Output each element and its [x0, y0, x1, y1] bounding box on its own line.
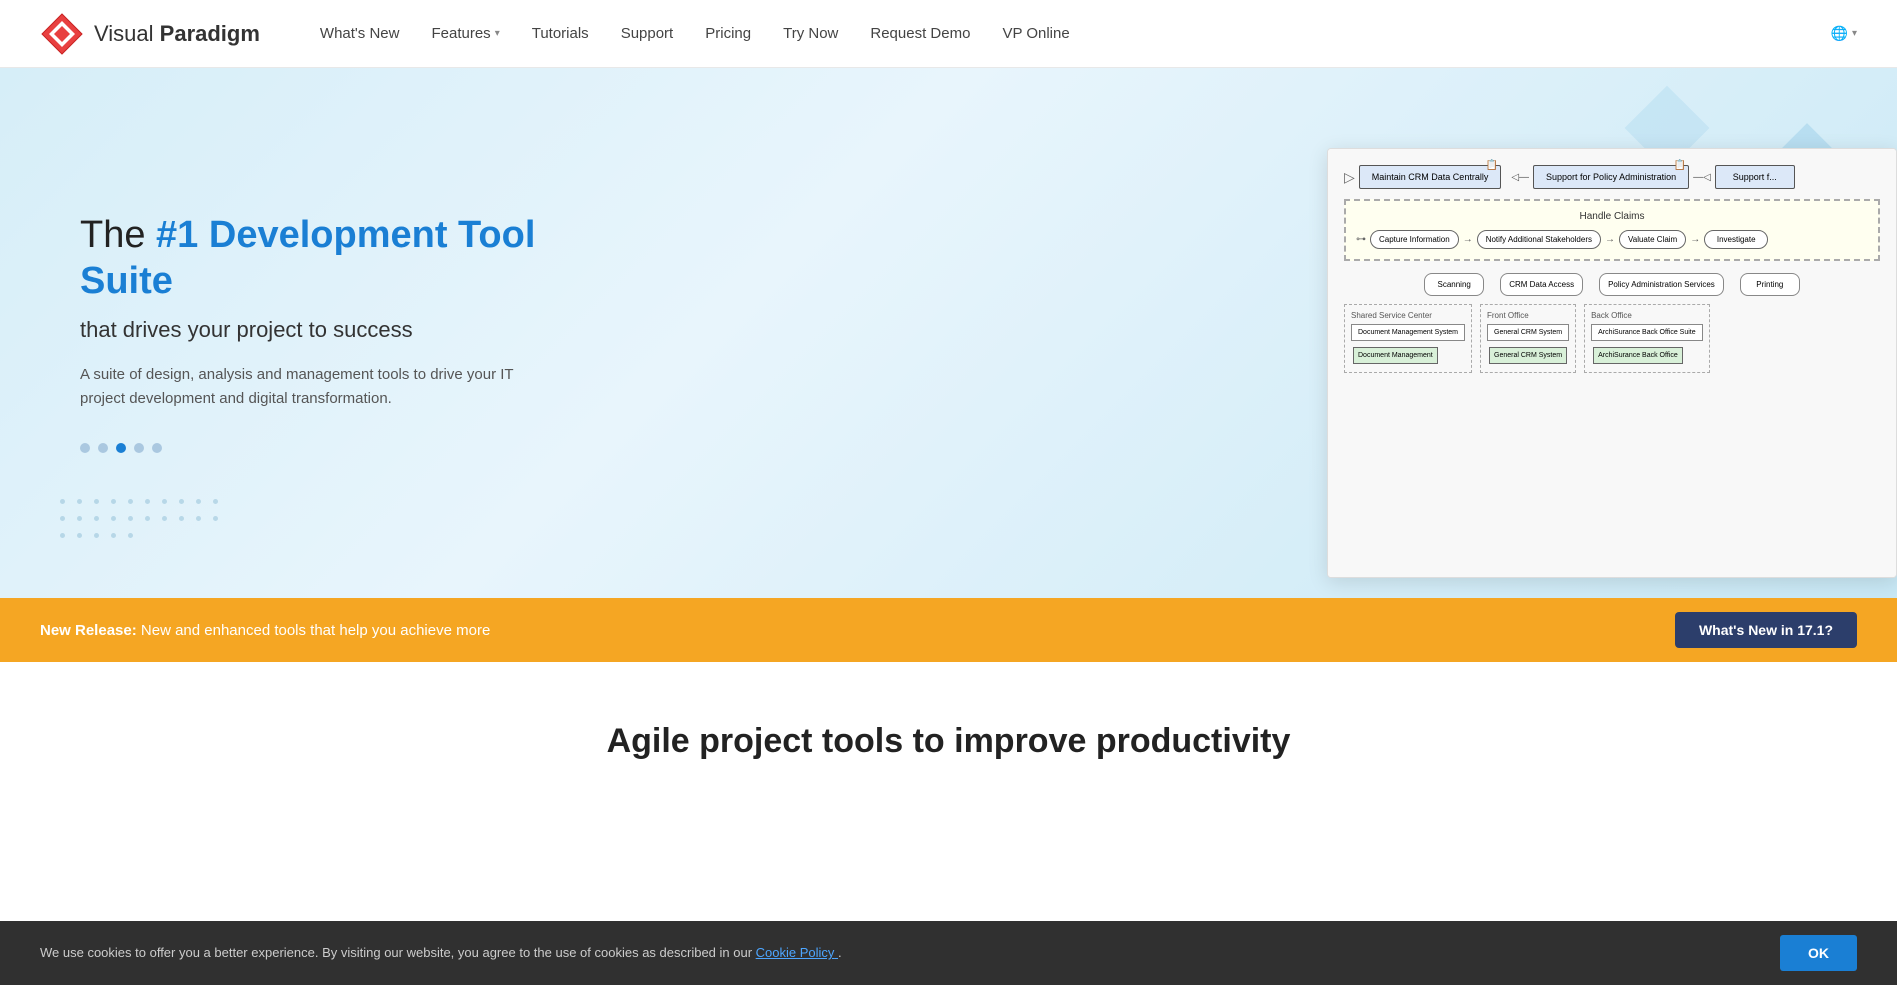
- nav-right: 🌐 ▾: [1831, 25, 1857, 42]
- arrow-2: →: [1605, 234, 1615, 245]
- carousel-dot-5[interactable]: [152, 443, 162, 453]
- carousel-dot-4[interactable]: [134, 443, 144, 453]
- hero-description: A suite of design, analysis and manageme…: [80, 363, 540, 411]
- carousel-dot-3[interactable]: [116, 443, 126, 453]
- diagram-zone-shared: Shared Service Center Document Managemen…: [1344, 304, 1472, 373]
- banner-label: New Release:: [40, 622, 137, 639]
- banner-text: New and enhanced tools that help you ach…: [141, 622, 490, 639]
- navbar: Visual Paradigm What's New Features ▾ Tu…: [0, 0, 1897, 68]
- logo-icon: [40, 12, 84, 56]
- diagram-inner: ▷ 📋 Maintain CRM Data Centrally ◁— 📋 Sup…: [1328, 149, 1896, 577]
- diagram-box-support: Support f...: [1715, 165, 1795, 189]
- nav-whats-new[interactable]: What's New: [320, 21, 400, 46]
- diagram-zone-front: Front Office General CRM System General …: [1480, 304, 1576, 373]
- diagram-proc-capture: Capture Information: [1370, 230, 1459, 249]
- hero-subtitle: that drives your project to success: [80, 317, 600, 343]
- diagram-svc-scanning: Scanning: [1424, 273, 1484, 296]
- nav-request-demo[interactable]: Request Demo: [870, 21, 970, 46]
- nav-support[interactable]: Support: [621, 21, 674, 46]
- agile-section: Agile project tools to improve productiv…: [0, 662, 1897, 801]
- agile-title: Agile project tools to improve productiv…: [40, 722, 1857, 761]
- features-chevron: ▾: [495, 28, 500, 39]
- carousel-dot-2[interactable]: [98, 443, 108, 453]
- dot-grid: [60, 499, 218, 538]
- diagram-svc-printing: Printing: [1740, 273, 1800, 296]
- diagram-handle-label: Handle Claims: [1356, 211, 1868, 222]
- arrow-3: →: [1690, 234, 1700, 245]
- diagram-proc-notify: Notify Additional Stakeholders: [1477, 230, 1601, 249]
- logo-link[interactable]: Visual Paradigm: [40, 12, 260, 56]
- hero-section: The #1 Development Tool Suite that drive…: [0, 68, 1897, 598]
- cookie-banner: We use cookies to offer you a better exp…: [0, 921, 1897, 985]
- logo-text: Visual Paradigm: [94, 21, 260, 47]
- language-button[interactable]: 🌐 ▾: [1831, 25, 1857, 42]
- diagram-handle-claims: Handle Claims ⊶ Capture Information → No…: [1344, 199, 1880, 261]
- nav-links: What's New Features ▾ Tutorials Support …: [320, 21, 1831, 46]
- hero-carousel-dots: [80, 443, 600, 453]
- diagram-zone-back: Back Office ArchiSurance Back Office Sui…: [1584, 304, 1710, 373]
- globe-icon: 🌐: [1831, 25, 1848, 42]
- cookie-policy-link[interactable]: Cookie Policy: [756, 945, 838, 960]
- nav-vp-online[interactable]: VP Online: [1002, 21, 1069, 46]
- diagram-proc-investigate: Investigate: [1704, 230, 1768, 249]
- release-banner: New Release: New and enhanced tools that…: [0, 598, 1897, 662]
- nav-pricing[interactable]: Pricing: [705, 21, 751, 46]
- globe-chevron: ▾: [1852, 28, 1857, 39]
- carousel-dot-1[interactable]: [80, 443, 90, 453]
- diagram-proc-valuate: Valuate Claim: [1619, 230, 1686, 249]
- banner-message: New Release: New and enhanced tools that…: [40, 622, 490, 639]
- cookie-text: We use cookies to offer you a better exp…: [40, 943, 1740, 963]
- arrow-1: →: [1463, 234, 1473, 245]
- cookie-ok-button[interactable]: OK: [1780, 935, 1857, 971]
- nav-try-now[interactable]: Try Now: [783, 21, 838, 46]
- hero-diagram: ▷ 📋 Maintain CRM Data Centrally ◁— 📋 Sup…: [1327, 148, 1897, 578]
- diagram-box-crm: 📋 Maintain CRM Data Centrally: [1359, 165, 1502, 189]
- diagram-bottom-zones: Shared Service Center Document Managemen…: [1344, 304, 1880, 373]
- diagram-svc-policy: Policy Administration Services: [1599, 273, 1724, 296]
- diagram-svc-crm: CRM Data Access: [1500, 273, 1583, 296]
- whats-new-button[interactable]: What's New in 17.1?: [1675, 612, 1857, 648]
- hero-content: The #1 Development Tool Suite that drive…: [80, 213, 600, 452]
- nav-tutorials[interactable]: Tutorials: [532, 21, 589, 46]
- hero-title: The #1 Development Tool Suite: [80, 213, 600, 304]
- diagram-box-policy: 📋 Support for Policy Administration: [1533, 165, 1689, 189]
- nav-features[interactable]: Features ▾: [431, 21, 499, 46]
